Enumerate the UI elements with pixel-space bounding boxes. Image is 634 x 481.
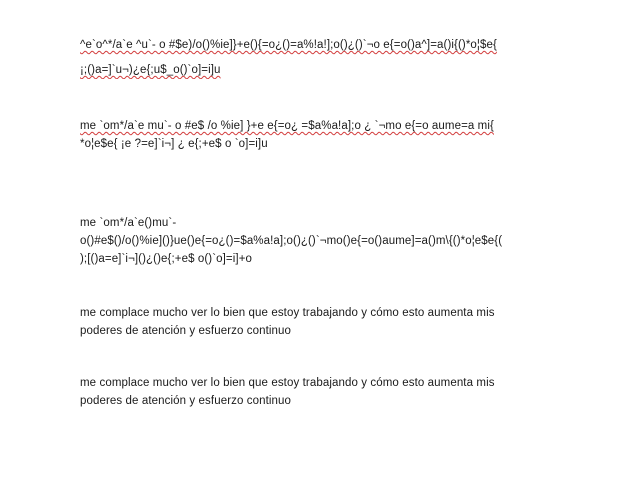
spanish-paragraph-2[interactable]: me complace mucho ver lo bien que estoy … <box>80 374 550 410</box>
paragraph-line: poderes de atención y esfuerzo continuo <box>80 325 292 337</box>
paragraph-line: );[()a=e]`i¬]()¿()e{;+e$ o()`o]=i]+o <box>80 253 253 265</box>
paragraph-line: o()#e$()/o()%ie]()}ue()e{=o¿()=$a%a!a];o… <box>80 235 503 247</box>
paragraph-line: me `om*/a`e()mu`- <box>80 217 177 229</box>
paragraph-line: ^e`o^*/a`e ^u`- o #$e)/o()%ie]}+e(){=o¿(… <box>80 39 497 51</box>
garbled-paragraph-2[interactable]: me `om*/a`e mu`- o #e$ /o %ie] }+e e{=o¿… <box>80 117 550 153</box>
paragraph-line: me complace mucho ver lo bien que estoy … <box>80 307 495 319</box>
paragraph-line: poderes de atención y esfuerzo continuo <box>80 395 292 407</box>
paragraph-line: me `om*/a`e mu`- o #e$ /o %ie] }+e e{=o¿… <box>80 120 494 132</box>
document-page[interactable]: ^e`o^*/a`e ^u`- o #$e)/o()%ie]}+e(){=o¿(… <box>0 0 634 481</box>
garbled-paragraph-1[interactable]: ^e`o^*/a`e ^u`- o #$e)/o()%ie]}+e(){=o¿(… <box>80 36 550 79</box>
spanish-paragraph-1[interactable]: me complace mucho ver lo bien que estoy … <box>80 304 550 340</box>
paragraph-line: ¡;()a=]`u¬)¿e{;u$_o()`o]=i]u <box>80 64 221 76</box>
paragraph-line: me complace mucho ver lo bien que estoy … <box>80 377 495 389</box>
paragraph-line: *o¦e$e{ ¡e ?=e]`i¬] ¿ e{;+e$ o `o]=i]u <box>80 138 268 150</box>
garbled-paragraph-3[interactable]: me `om*/a`e()mu`- o()#e$()/o()%ie]()}ue(… <box>80 214 550 268</box>
